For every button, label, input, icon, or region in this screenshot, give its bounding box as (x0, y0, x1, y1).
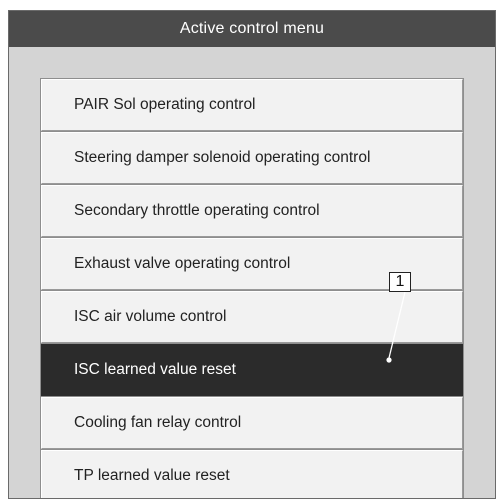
window-title: Active control menu (9, 11, 495, 47)
menu-item-pair-sol-operating-control[interactable]: PAIR Sol operating control (40, 78, 464, 132)
menu-item-isc-air-volume-control[interactable]: ISC air volume control (40, 290, 464, 344)
menu-item-steering-damper-solenoid-operating-control[interactable]: Steering damper solenoid operating contr… (40, 131, 464, 185)
menu-item-cooling-fan-relay-control[interactable]: Cooling fan relay control (40, 396, 464, 450)
active-control-menu-window: Active control menu PAIR Sol operating c… (8, 10, 496, 499)
menu-item-isc-learned-value-reset[interactable]: ISC learned value reset (40, 343, 464, 397)
menu-item-secondary-throttle-operating-control[interactable]: Secondary throttle operating control (40, 184, 464, 238)
menu-item-tp-learned-value-reset[interactable]: TP learned value reset (40, 449, 464, 498)
callout-number-label: 1 (389, 272, 411, 292)
